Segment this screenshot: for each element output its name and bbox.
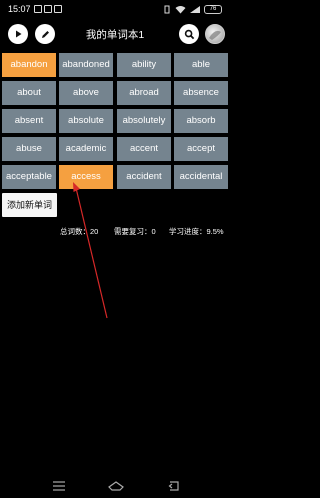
word-tile[interactable]: acceptable <box>2 165 56 189</box>
edit-button[interactable] <box>35 24 55 44</box>
word-tile[interactable]: abandoned <box>59 53 113 77</box>
page-title: 我的单词本1 <box>85 29 145 41</box>
profile-icon <box>209 30 221 40</box>
back-icon[interactable] <box>166 479 182 493</box>
word-tile[interactable]: access <box>59 165 113 189</box>
status-indicators: 76 <box>162 3 222 15</box>
word-tile[interactable]: ability <box>117 53 171 77</box>
avatar[interactable] <box>205 24 225 44</box>
status-bar: 15:07 76 <box>0 0 230 18</box>
word-tile[interactable]: above <box>59 81 113 105</box>
word-tile[interactable]: absence <box>174 81 228 105</box>
word-tile[interactable]: accent <box>117 137 171 161</box>
play-icon <box>16 30 22 38</box>
word-tile[interactable]: able <box>174 53 228 77</box>
vibrate-icon <box>164 5 170 13</box>
play-button[interactable] <box>8 24 28 44</box>
pencil-icon <box>41 30 49 38</box>
word-tile[interactable]: absolutely <box>117 109 171 133</box>
word-tile[interactable]: absorb <box>174 109 228 133</box>
study-progress: 学习进度：9.5% <box>169 227 224 236</box>
status-time: 15:07 <box>8 4 31 14</box>
notification-icon <box>54 5 62 13</box>
review-count: 需要复习：0 <box>114 227 156 236</box>
word-tile[interactable]: abuse <box>2 137 56 161</box>
total-count: 总词数：20 <box>60 227 99 236</box>
word-tile[interactable]: accidental <box>174 165 228 189</box>
stats-bar: 总词数：20 需要复习：0 学习进度：9.5% <box>0 226 230 238</box>
word-tile[interactable]: about <box>2 81 56 105</box>
word-tile[interactable]: accident <box>117 165 171 189</box>
signal-icon <box>190 5 200 13</box>
wifi-icon <box>175 5 186 13</box>
search-button[interactable] <box>179 24 199 44</box>
add-word-button[interactable]: 添加新单词 <box>2 193 57 217</box>
arrow-line <box>75 187 108 319</box>
search-icon <box>184 29 194 39</box>
notification-icon <box>34 5 42 13</box>
word-tile[interactable]: abandon <box>2 53 56 77</box>
word-tile[interactable]: abroad <box>117 81 171 105</box>
notification-icons <box>34 4 62 14</box>
navigation-bar <box>0 474 230 498</box>
word-tile[interactable]: academic <box>59 137 113 161</box>
notification-icon <box>44 5 52 13</box>
toolbar: 我的单词本1 <box>0 20 230 50</box>
word-tile[interactable]: accept <box>174 137 228 161</box>
battery-icon: 76 <box>204 4 222 14</box>
word-tile[interactable]: absent <box>2 109 56 133</box>
home-icon[interactable] <box>108 479 124 493</box>
menu-icon[interactable] <box>51 479 67 493</box>
word-tile[interactable]: absolute <box>59 109 113 133</box>
